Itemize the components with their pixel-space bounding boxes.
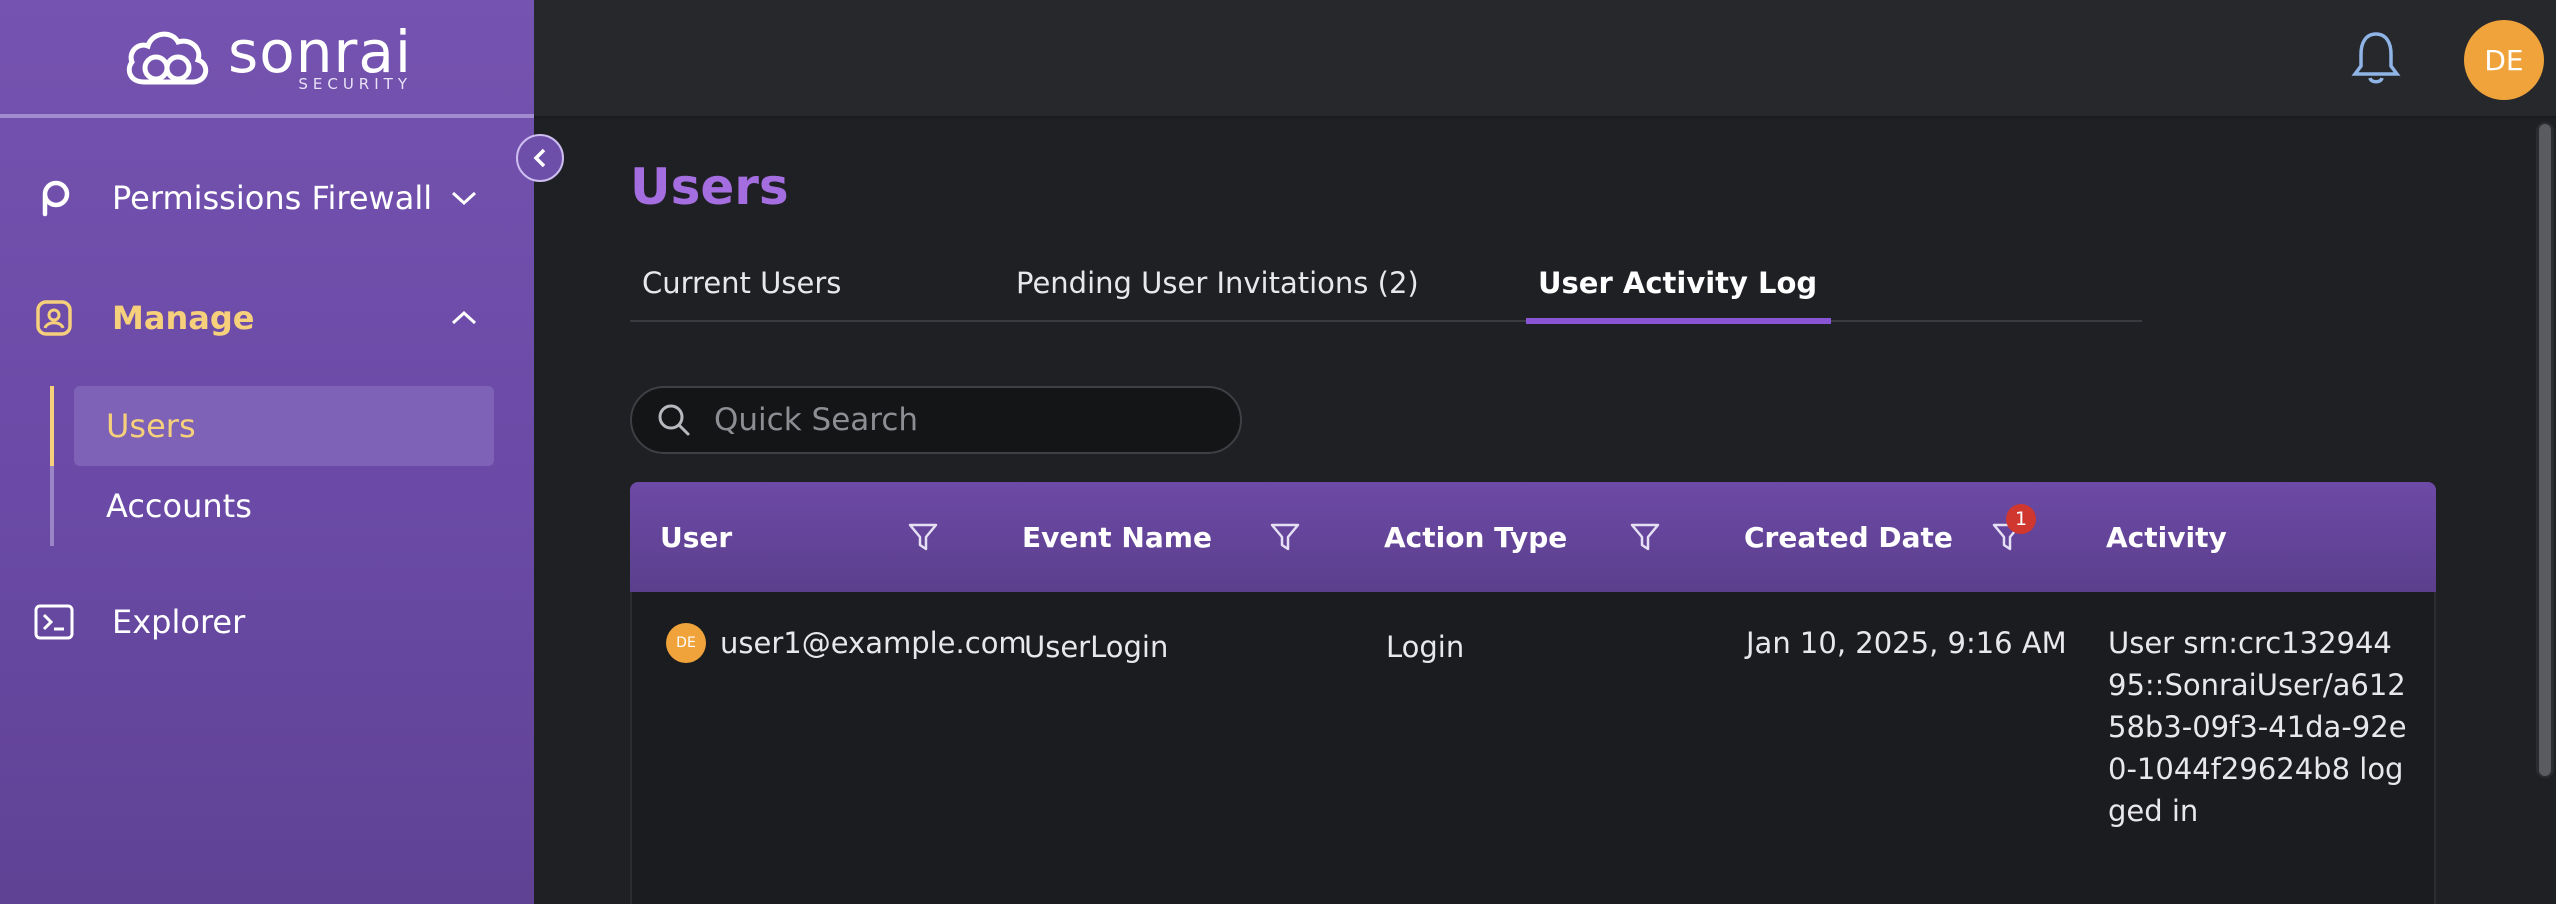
column-header-activity[interactable]: Activity — [2106, 482, 2227, 592]
p-logo-icon — [34, 178, 74, 218]
search-icon — [658, 404, 690, 436]
column-header-user[interactable]: User — [660, 482, 732, 592]
column-label: Action Type — [1384, 520, 1568, 554]
avatar: DE — [666, 623, 706, 663]
tab-pending-user-invitations[interactable]: Pending User Invitations (2) — [1016, 256, 1419, 322]
scrollbar-thumb[interactable] — [2539, 124, 2551, 776]
tab-label: User Activity Log — [1538, 266, 1818, 300]
sidebar-item-label: Users — [106, 407, 196, 445]
filter-count-badge: 1 — [2006, 504, 2036, 534]
table-header: User Event Name Action Type Created Date… — [630, 482, 2436, 592]
column-header-event-name[interactable]: Event Name — [1022, 482, 1212, 592]
filter-icon[interactable] — [906, 520, 940, 554]
chevron-up-icon[interactable] — [446, 300, 482, 336]
chevron-left-icon — [533, 148, 546, 168]
nav-explorer[interactable]: Explorer — [0, 586, 534, 658]
sonrai-logo[interactable]: sonrai SECURITY — [122, 23, 412, 92]
created-date-cell: Jan 10, 2025, 9:16 AM — [1746, 626, 2067, 660]
user-cell: DE user1@example.com — [666, 622, 1027, 664]
user-email: user1@example.com — [720, 626, 1027, 660]
column-label: Activity — [2106, 520, 2227, 554]
avatar[interactable]: DE — [2464, 20, 2544, 100]
bell-icon[interactable] — [2346, 28, 2406, 88]
top-bar: DE — [534, 0, 2556, 118]
cloud-logo-icon — [126, 31, 209, 85]
search-box — [630, 386, 1242, 454]
column-header-action-type[interactable]: Action Type — [1384, 482, 1567, 592]
column-label: Event Name — [1022, 520, 1212, 554]
scrollbar[interactable] — [2536, 122, 2554, 778]
collapse-sidebar-button[interactable] — [516, 134, 564, 182]
column-label: User — [660, 520, 733, 554]
active-indicator — [50, 386, 54, 466]
activity-cell: User srn:crc13294495::SonraiUser/a61258b… — [2108, 626, 2407, 828]
terminal-icon — [34, 602, 74, 642]
tab-label: Pending User Invitations (2) — [1016, 266, 1419, 300]
brand-name: sonrai — [228, 17, 412, 86]
search-input[interactable] — [714, 402, 1234, 438]
column-label: Created Date — [1744, 520, 1953, 554]
nav-manage[interactable]: Manage — [0, 282, 534, 354]
nav-permissions-firewall[interactable]: Permissions Firewall — [0, 162, 534, 234]
main-content: Users Current Users Pending User Invitat… — [534, 120, 2556, 904]
sidebar-item-users[interactable]: Users — [50, 386, 494, 466]
sidebar-item-label: Accounts — [106, 487, 252, 525]
nav-label: Explorer — [112, 603, 246, 641]
filter-icon[interactable]: 1 — [1990, 504, 2036, 554]
tab-label: Current Users — [642, 266, 842, 300]
sidebar: sonrai SECURITY Permissions Firewall Man… — [0, 0, 534, 904]
brand-subtitle: SECURITY — [298, 74, 412, 93]
activity-table: User Event Name Action Type Created Date… — [630, 482, 2436, 904]
manage-subnav: Users Accounts — [50, 386, 494, 546]
column-header-created-date[interactable]: Created Date — [1744, 482, 1953, 592]
action-type-cell: Login — [1386, 630, 1465, 664]
user-badge-icon — [34, 298, 74, 338]
tab-user-activity-log[interactable]: User Activity Log — [1526, 256, 1832, 324]
nav-label: Permissions Firewall — [112, 179, 433, 217]
tab-current-users[interactable]: Current Users — [642, 256, 841, 322]
active-tab-underline — [1526, 318, 1832, 324]
table-row[interactable]: DE user1@example.com UserLogin Login Jan… — [630, 592, 2436, 904]
event-name-cell: UserLogin — [1024, 630, 1169, 664]
chevron-down-icon[interactable] — [446, 180, 482, 216]
sidebar-item-accounts[interactable]: Accounts — [74, 466, 494, 546]
page-title: Users — [630, 158, 789, 216]
logo-area: sonrai SECURITY — [0, 0, 534, 118]
nav-label: Manage — [112, 299, 255, 337]
filter-icon[interactable] — [1268, 520, 1302, 554]
tab-bar: Current Users Pending User Invitations (… — [630, 256, 2142, 324]
filter-icon[interactable] — [1628, 520, 1662, 554]
